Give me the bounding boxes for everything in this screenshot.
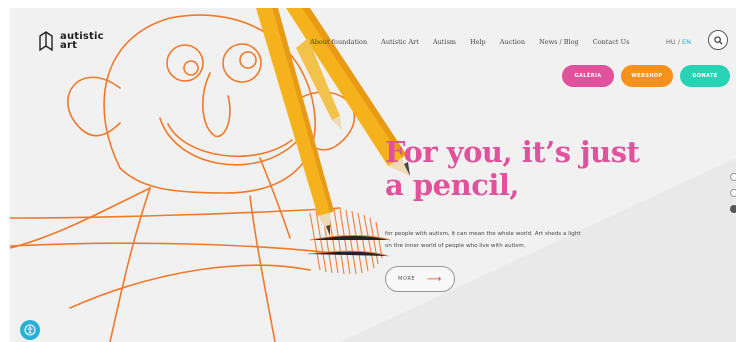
galeria-button[interactable]: GALÉRIA <box>562 65 614 87</box>
hero-subtext-line1: for people with autism, it can mean the … <box>385 231 581 237</box>
main-nav: About foundation Autistic Art Autism Hel… <box>310 38 629 46</box>
nav-item-news-blog[interactable]: News / Blog <box>539 38 579 46</box>
nav-item-help[interactable]: Help <box>470 38 486 46</box>
nav-item-auction[interactable]: Auction <box>500 38 525 46</box>
webshop-button[interactable]: WEBSHOP <box>621 65 673 87</box>
hero-subtext-line2: on the inner world of people who live wi… <box>385 243 526 249</box>
language-switcher: HU / EN <box>666 38 691 46</box>
box-logo-icon <box>39 31 53 52</box>
accessibility-icon <box>24 324 36 336</box>
slider-dot-2[interactable] <box>730 189 736 197</box>
slider-dot-1[interactable] <box>730 173 736 181</box>
slider-dot-3[interactable] <box>730 205 736 213</box>
donate-button[interactable]: DONATE <box>680 65 730 87</box>
hero-section: autistic art About foundation Autistic A… <box>10 8 736 342</box>
logo-text-line2: art <box>60 40 78 51</box>
nav-item-autistic-art[interactable]: Autistic Art <box>381 38 419 46</box>
lang-en[interactable]: EN <box>682 38 691 46</box>
nav-item-about-foundation[interactable]: About foundation <box>310 38 367 46</box>
more-button-label: MORE <box>398 276 416 282</box>
nav-item-autism[interactable]: Autism <box>433 38 456 46</box>
hero-headline: For you, it’s just a pencil, <box>385 135 640 202</box>
logo[interactable]: autistic art <box>38 30 104 52</box>
search-button[interactable] <box>708 30 728 50</box>
search-icon <box>713 35 723 45</box>
nav-item-contact-us[interactable]: Contact Us <box>593 38 630 46</box>
hero-headline-line1: For you, it’s just <box>385 135 640 169</box>
hero-subtext: for people with autism, it can mean the … <box>385 228 635 252</box>
logo-text: autistic art <box>60 32 104 51</box>
lang-hu[interactable]: HU <box>666 38 676 46</box>
more-button[interactable]: MORE ⟶ <box>385 266 455 292</box>
accessibility-button[interactable] <box>20 320 40 340</box>
arrow-right-icon: ⟶ <box>427 273 442 285</box>
hero-headline-line2: a pencil, <box>385 168 520 202</box>
lang-separator: / <box>677 38 680 46</box>
slider-pagination <box>730 173 736 213</box>
